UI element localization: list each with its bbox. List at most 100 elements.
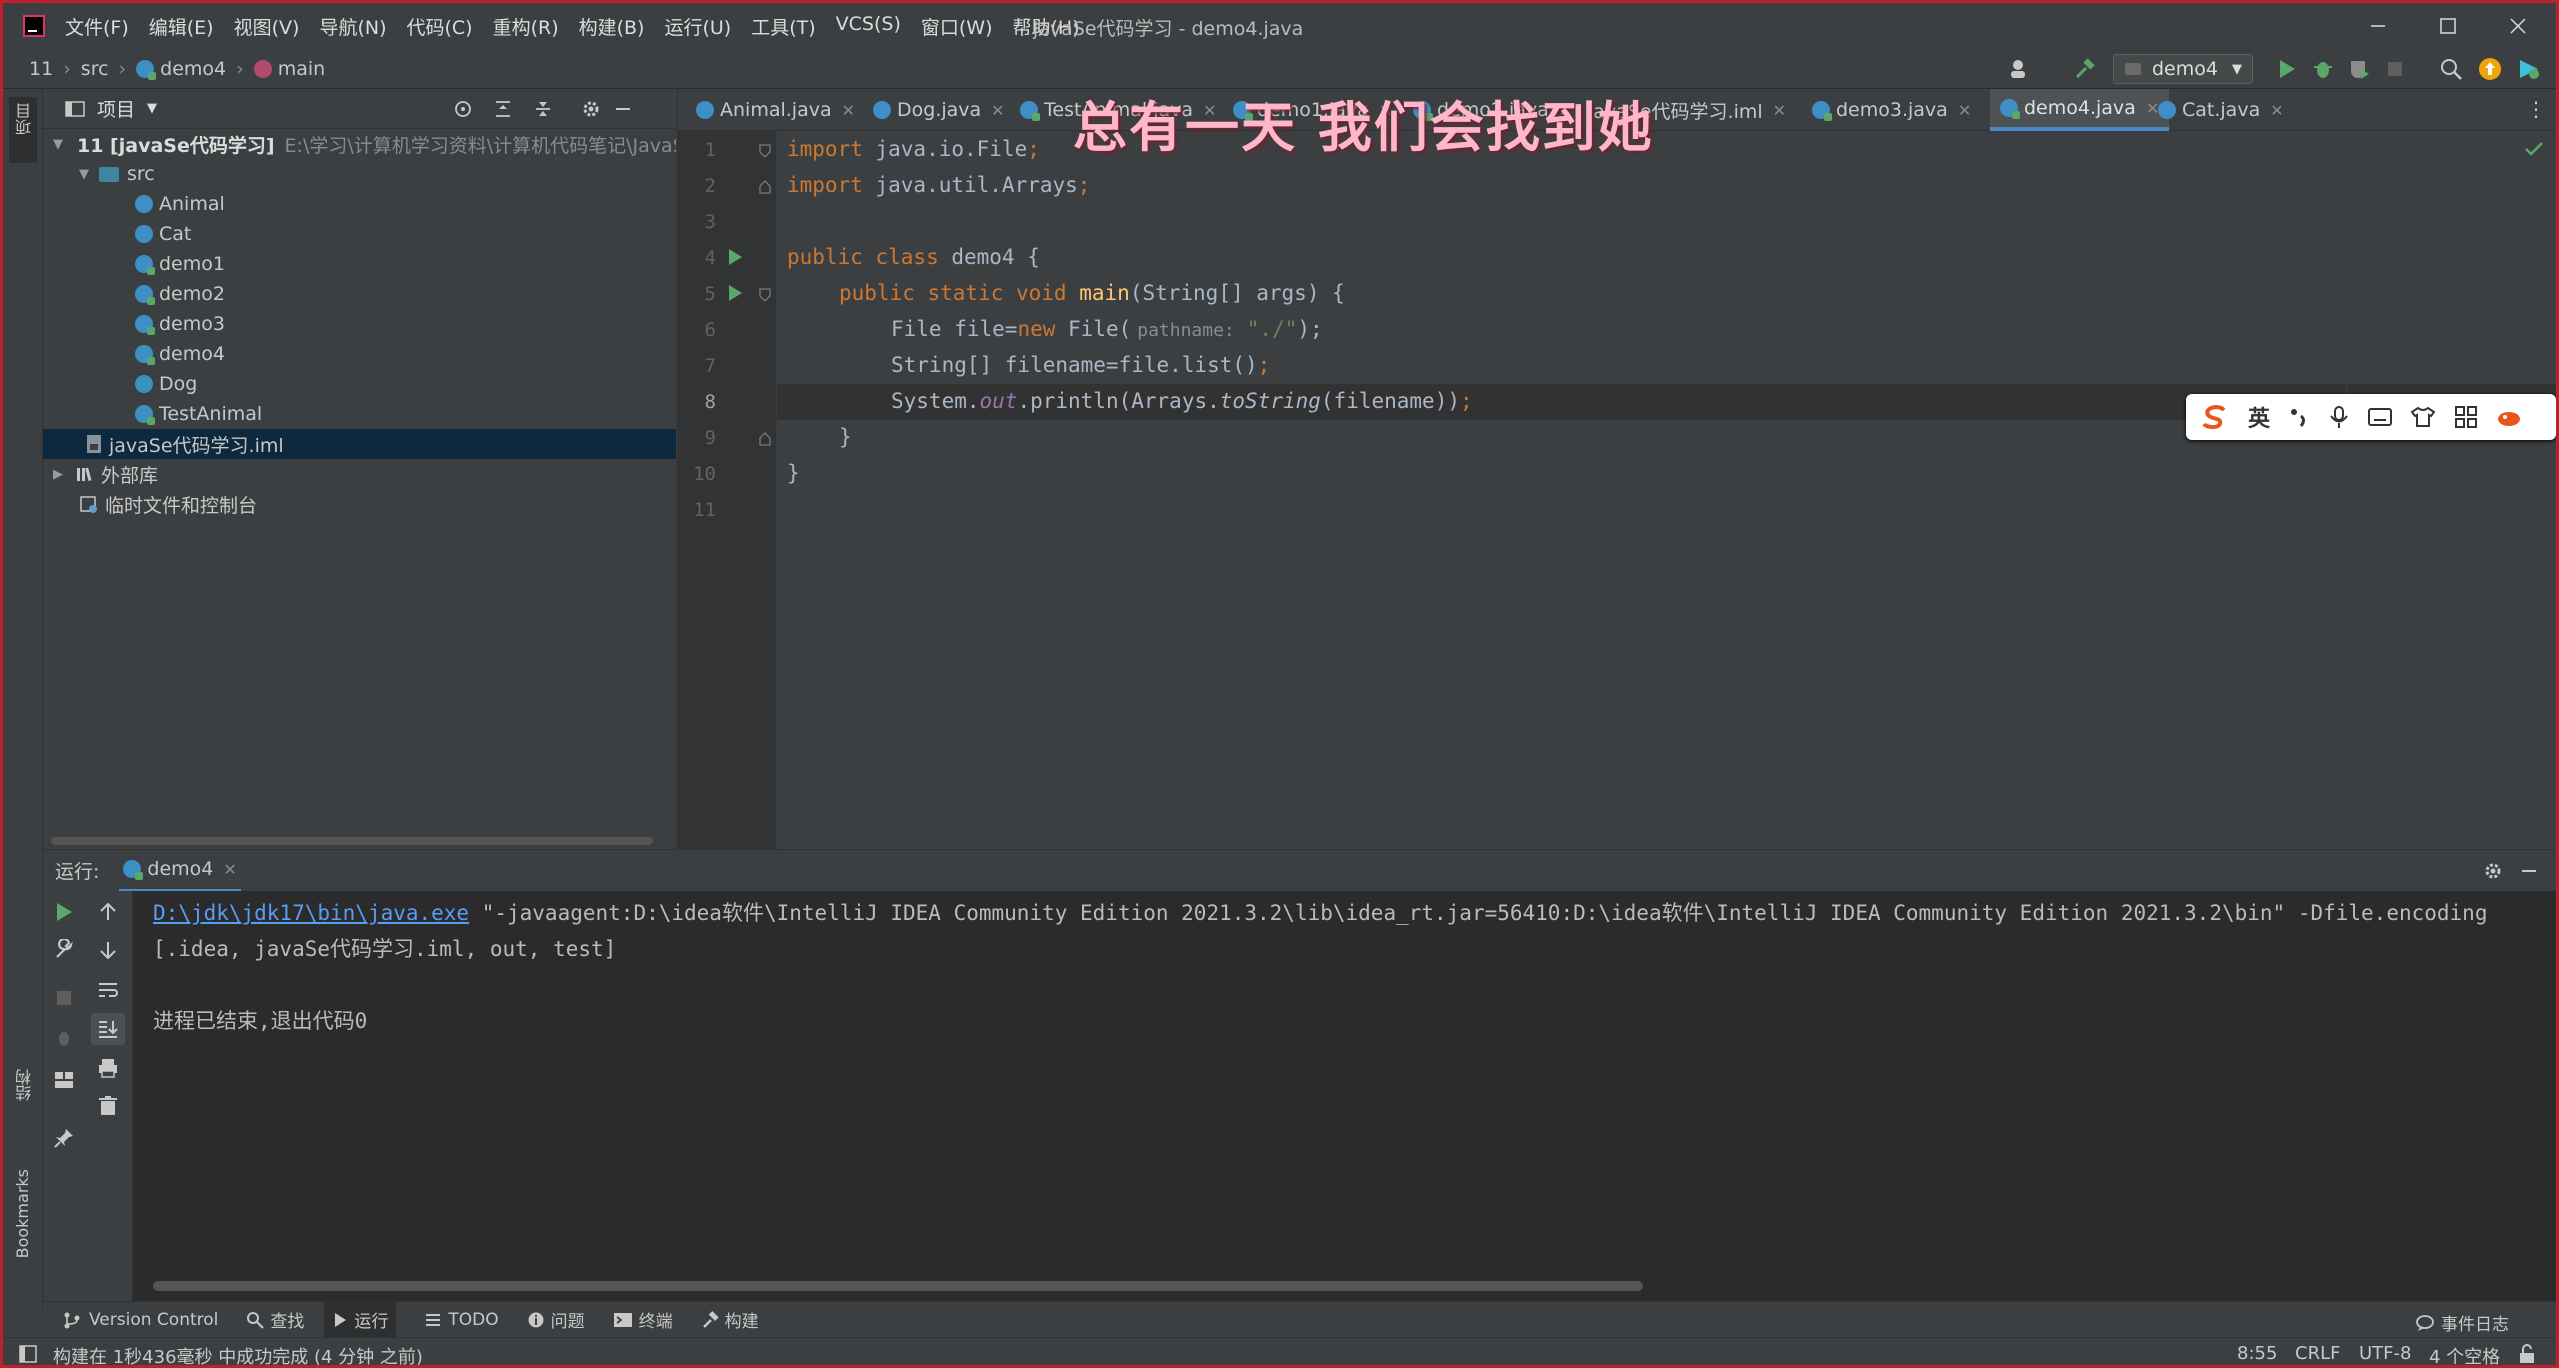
soft-wrap-icon[interactable] bbox=[97, 979, 119, 1001]
fold-icon[interactable] bbox=[758, 287, 772, 303]
coverage-icon[interactable] bbox=[2347, 57, 2371, 81]
wrench-icon[interactable] bbox=[53, 939, 75, 961]
build-hammer-icon[interactable] bbox=[2073, 57, 2097, 81]
line-separator[interactable]: CRLF bbox=[2295, 1343, 2340, 1364]
skin-shirt-icon[interactable] bbox=[2410, 406, 2436, 428]
update-icon[interactable] bbox=[2478, 57, 2502, 81]
tab-demo3-java[interactable]: demo3.java ✕ bbox=[1812, 89, 1971, 131]
tool-build[interactable]: 构建 bbox=[701, 1307, 759, 1332]
toolbox-grid-icon[interactable] bbox=[2454, 405, 2478, 429]
tool-find[interactable]: 查找 bbox=[246, 1307, 304, 1332]
tree-class-demo2[interactable]: demo2 bbox=[43, 279, 676, 309]
tree-class-animal[interactable]: Animal bbox=[43, 189, 676, 219]
run-gutter-icon[interactable] bbox=[726, 247, 744, 267]
menu-window[interactable]: 窗口(W) bbox=[921, 13, 993, 40]
tree-class-testanimal[interactable]: TestAnimal bbox=[43, 399, 676, 429]
breadcrumb-src[interactable]: src bbox=[81, 58, 109, 80]
gear-icon[interactable] bbox=[2483, 861, 2503, 881]
trash-icon[interactable] bbox=[97, 1095, 119, 1117]
toggle-tool-windows-icon[interactable] bbox=[19, 1345, 37, 1363]
menu-build[interactable]: 构建(B) bbox=[579, 13, 645, 40]
breadcrumb-class[interactable]: demo4 bbox=[160, 58, 226, 80]
print-icon[interactable] bbox=[97, 1057, 119, 1079]
stop-icon[interactable] bbox=[2383, 57, 2407, 81]
user-icon[interactable] bbox=[2008, 57, 2032, 81]
fold-icon[interactable] bbox=[758, 431, 772, 447]
rerun-icon[interactable] bbox=[53, 901, 75, 923]
code-editor[interactable]: import java.io.File; import java.util.Ar… bbox=[776, 131, 2556, 849]
tool-run[interactable]: 运行 bbox=[324, 1301, 397, 1338]
punctuation-icon[interactable] bbox=[2288, 406, 2310, 428]
chevron-down-icon[interactable]: ▼ bbox=[147, 101, 157, 116]
menu-run[interactable]: 运行(U) bbox=[664, 13, 731, 40]
hide-panel-icon[interactable] bbox=[2519, 861, 2539, 881]
tree-class-demo3[interactable]: demo3 bbox=[43, 309, 676, 339]
maximize-button[interactable] bbox=[2413, 3, 2483, 49]
run-console[interactable]: D:\jdk\jdk17\bin\java.exe "-javaagent:D:… bbox=[133, 891, 2556, 1301]
project-tool-button[interactable]: 项目 bbox=[9, 97, 37, 163]
breadcrumb-project[interactable]: 11 bbox=[29, 58, 53, 80]
tree-class-cat[interactable]: Cat bbox=[43, 219, 676, 249]
tab-dog-java[interactable]: Dog.java ✕ bbox=[873, 89, 1005, 131]
tool-problems[interactable]: 问题 bbox=[527, 1307, 585, 1332]
tree-external-libraries[interactable]: ▶ 外部库 bbox=[43, 459, 676, 489]
java-exe-link[interactable]: D:\jdk\jdk17\bin\java.exe bbox=[153, 901, 469, 925]
ime-lang-toggle[interactable]: 英 bbox=[2248, 401, 2270, 433]
tree-iml-file[interactable]: javaSe代码学习.iml bbox=[43, 429, 676, 459]
unlock-icon[interactable] bbox=[2518, 1344, 2536, 1364]
tree-class-dog[interactable]: Dog bbox=[43, 369, 676, 399]
chevron-right-icon[interactable]: ▶ bbox=[53, 467, 69, 482]
search-icon[interactable] bbox=[2439, 57, 2463, 81]
close-tab-icon[interactable]: ✕ bbox=[1773, 101, 1786, 120]
menu-file[interactable]: 文件(F) bbox=[65, 13, 129, 40]
stop-icon[interactable] bbox=[53, 987, 75, 1009]
tree-class-demo4[interactable]: demo4 bbox=[43, 339, 676, 369]
menu-code[interactable]: 代码(C) bbox=[406, 13, 472, 40]
tree-project-root[interactable]: ▼ 11 [javaSe代码学习] E:\学习\计算机学习资料\计算机代码笔记\… bbox=[43, 129, 676, 159]
close-tab-icon[interactable]: ✕ bbox=[842, 101, 855, 120]
menu-view[interactable]: 视图(V) bbox=[234, 13, 300, 40]
expand-all-icon[interactable] bbox=[493, 99, 513, 119]
menu-navigate[interactable]: 导航(N) bbox=[319, 13, 386, 40]
tree-src-folder[interactable]: ▼ src bbox=[43, 159, 676, 189]
menu-edit[interactable]: 编辑(E) bbox=[149, 13, 214, 40]
close-window-button[interactable] bbox=[2483, 3, 2553, 49]
debug-icon[interactable] bbox=[2311, 57, 2335, 81]
locate-file-icon[interactable] bbox=[453, 99, 473, 119]
run-tab-demo4[interactable]: demo4 ✕ bbox=[119, 850, 241, 892]
microphone-icon[interactable] bbox=[2328, 405, 2350, 429]
run-gutter-icon[interactable] bbox=[726, 283, 744, 303]
debug-disabled-icon[interactable] bbox=[53, 1027, 75, 1049]
caret-position[interactable]: 8:55 bbox=[2237, 1343, 2277, 1364]
status-message[interactable]: 构建在 1秒436毫秒 中成功完成 (4 分钟 之前) bbox=[53, 1343, 423, 1365]
file-encoding[interactable]: UTF-8 bbox=[2359, 1343, 2411, 1364]
arrow-down-icon[interactable] bbox=[97, 939, 119, 961]
tree-class-demo1[interactable]: demo1 bbox=[43, 249, 676, 279]
tree-scratches[interactable]: 临时文件和控制台 bbox=[43, 489, 676, 519]
close-tab-icon[interactable]: ✕ bbox=[991, 101, 1004, 120]
fold-icon[interactable] bbox=[758, 143, 772, 159]
tool-version-control[interactable]: Version Control bbox=[63, 1310, 218, 1330]
scroll-to-end-button[interactable] bbox=[91, 1013, 125, 1045]
menu-vcs[interactable]: VCS(S) bbox=[836, 13, 901, 40]
structure-tool-button[interactable]: 结构 bbox=[9, 1069, 37, 1149]
gear-icon[interactable] bbox=[581, 99, 601, 119]
arrow-up-icon[interactable] bbox=[97, 901, 119, 923]
menu-tools[interactable]: 工具(T) bbox=[751, 13, 815, 40]
run-configuration-selector[interactable]: demo4 ▼ bbox=[2113, 54, 2253, 84]
checkmark-icon[interactable] bbox=[2524, 141, 2544, 157]
breadcrumb-method[interactable]: main bbox=[278, 58, 325, 80]
close-tab-icon[interactable]: ✕ bbox=[223, 860, 236, 879]
mascot-icon[interactable] bbox=[2496, 406, 2522, 428]
collapse-all-icon[interactable] bbox=[533, 99, 553, 119]
pin-icon[interactable] bbox=[53, 1127, 75, 1149]
hide-panel-icon[interactable] bbox=[613, 99, 633, 119]
tool-event-log[interactable]: 事件日志 bbox=[2415, 1310, 2509, 1335]
console-hscrollbar[interactable] bbox=[153, 1281, 1643, 1291]
tool-terminal[interactable]: 终端 bbox=[613, 1307, 673, 1332]
tab-animal-java[interactable]: Animal.java ✕ bbox=[696, 89, 855, 131]
sogou-logo-icon[interactable] bbox=[2200, 404, 2230, 430]
tool-todo[interactable]: TODO bbox=[424, 1310, 499, 1330]
tab-demo4-java[interactable]: demo4.java ✕ bbox=[1990, 89, 2170, 131]
tab-list-more-icon[interactable]: ⋮ bbox=[2526, 97, 2546, 121]
